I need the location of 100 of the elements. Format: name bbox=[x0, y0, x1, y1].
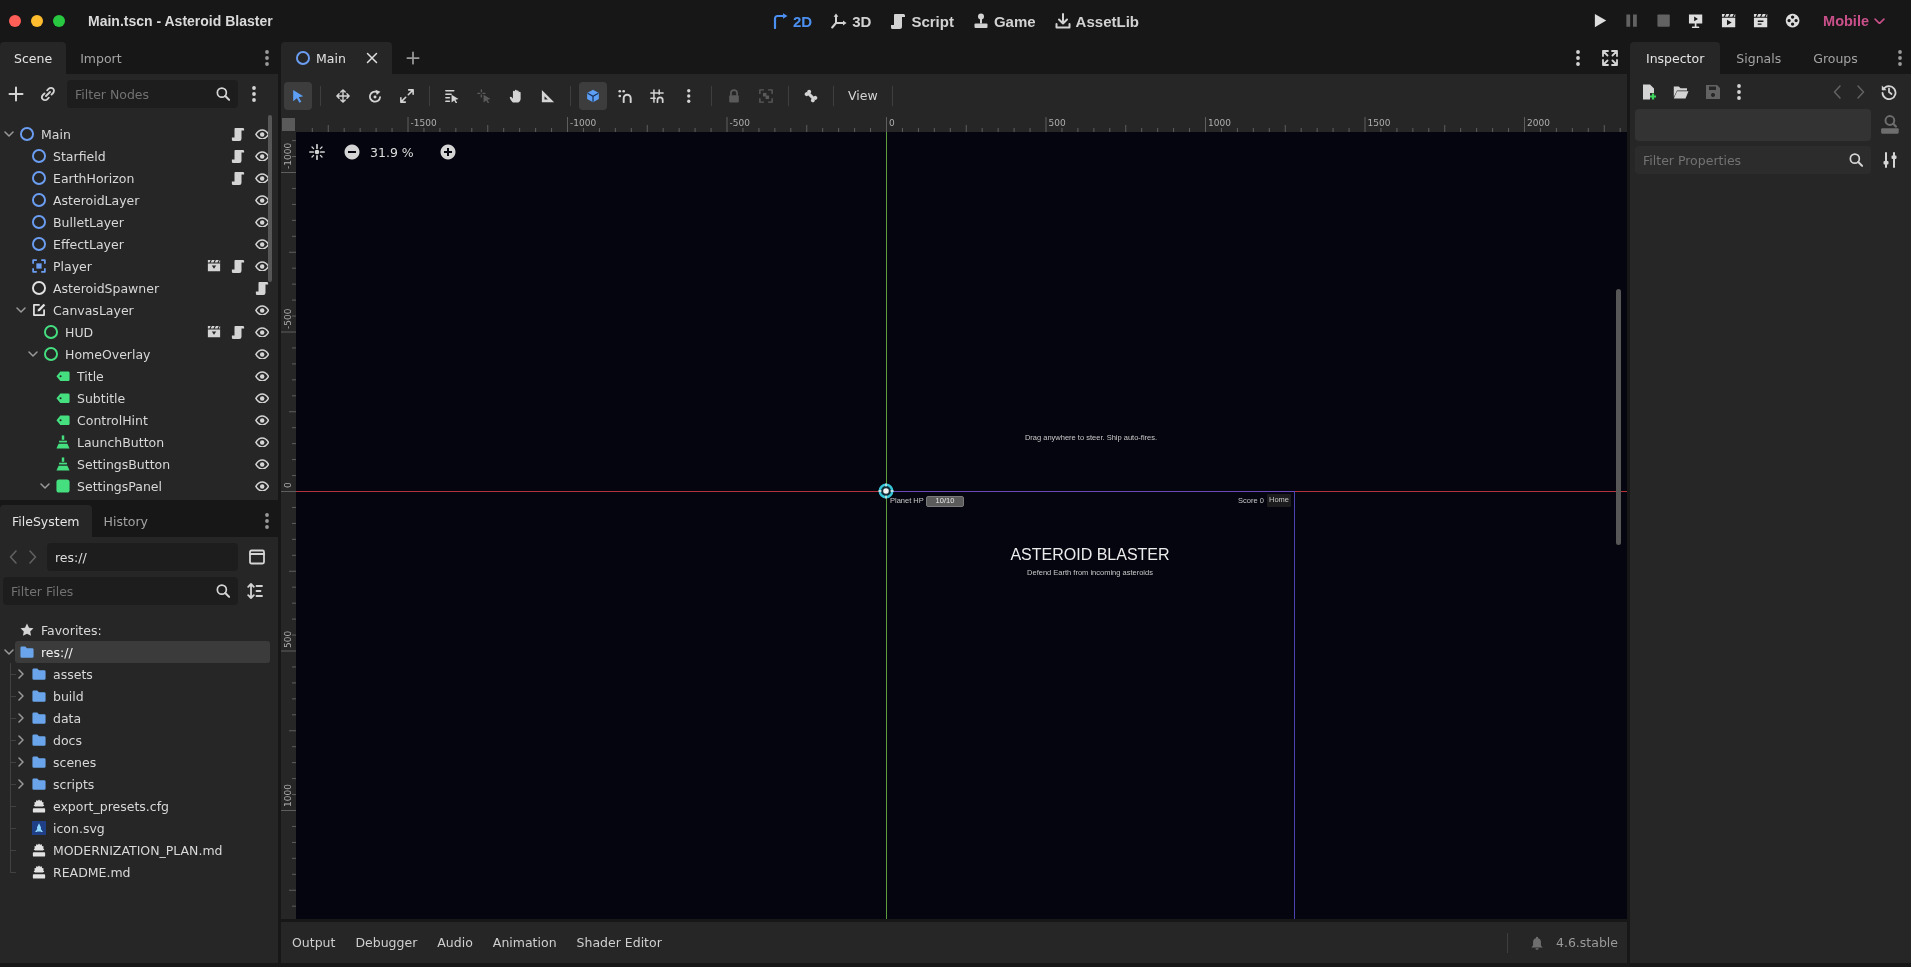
zoom-window-icon[interactable] bbox=[53, 15, 65, 27]
tree-item[interactable]: ControlHint bbox=[51, 409, 247, 431]
bottom-panel-tab[interactable]: Shader Editor bbox=[566, 928, 672, 957]
script-icon[interactable] bbox=[230, 171, 245, 185]
clapperboard-play-icon[interactable] bbox=[1720, 13, 1736, 29]
panel-layout-icon[interactable] bbox=[249, 549, 265, 565]
tree-item[interactable]: BulletLayer bbox=[27, 211, 247, 233]
plus-icon[interactable] bbox=[406, 51, 420, 65]
editor-tab[interactable]: Main bbox=[281, 42, 392, 74]
path-field[interactable]: res:// bbox=[47, 543, 238, 571]
view-menu[interactable]: View bbox=[842, 81, 884, 110]
snap-toggle-button[interactable] bbox=[579, 81, 607, 110]
workspace-tab[interactable]: 3D bbox=[831, 10, 872, 32]
file-tree-item[interactable]: res:// bbox=[15, 641, 270, 663]
zoom-level[interactable]: 31.9 % bbox=[370, 144, 414, 160]
magnifier-icon[interactable] bbox=[1880, 115, 1900, 135]
workspace-tab[interactable]: AssetLib bbox=[1054, 10, 1139, 32]
more-icon[interactable] bbox=[1898, 50, 1902, 66]
new-file-icon[interactable] bbox=[1641, 84, 1657, 100]
script-icon[interactable] bbox=[255, 281, 269, 295]
tree-item[interactable]: AsteroidSpawner bbox=[27, 277, 247, 299]
eye-icon[interactable] bbox=[254, 304, 269, 316]
chevron-down-icon[interactable] bbox=[16, 307, 26, 313]
clapperboard-icon[interactable] bbox=[1752, 13, 1768, 29]
bottom-panel-tab[interactable]: Audio bbox=[427, 928, 483, 957]
eye-icon[interactable] bbox=[254, 194, 269, 206]
filter-nodes-field[interactable]: Filter Nodes bbox=[67, 80, 238, 108]
sort-icon[interactable] bbox=[247, 583, 263, 599]
tree-item[interactable]: Title bbox=[51, 365, 247, 387]
bottom-panel-tab[interactable]: Animation bbox=[482, 928, 567, 957]
fullscreen-icon[interactable] bbox=[1602, 50, 1618, 66]
chevron-right-icon[interactable] bbox=[18, 669, 24, 679]
eye-icon[interactable] bbox=[254, 348, 269, 360]
folder-open-icon[interactable] bbox=[1673, 84, 1689, 100]
plus-icon[interactable] bbox=[8, 86, 24, 102]
file-tree-item[interactable]: build bbox=[27, 685, 270, 707]
workspace-tab[interactable]: Game bbox=[972, 10, 1036, 32]
chevron-down-icon[interactable] bbox=[28, 351, 38, 357]
dock-tab[interactable]: History bbox=[91, 505, 160, 537]
workspace-tab[interactable]: Script bbox=[890, 10, 954, 32]
monitor-icon[interactable] bbox=[1688, 13, 1704, 29]
filter-properties-field[interactable]: Filter Properties bbox=[1635, 146, 1871, 174]
file-tree-item[interactable]: data bbox=[27, 707, 270, 729]
file-tree-item[interactable]: scripts bbox=[27, 773, 270, 795]
script-icon[interactable] bbox=[230, 149, 245, 163]
file-tree-item[interactable]: README.md bbox=[27, 861, 270, 883]
history-icon[interactable] bbox=[1881, 84, 1897, 100]
eye-icon[interactable] bbox=[254, 150, 269, 162]
dock-tab[interactable]: Signals bbox=[1720, 42, 1798, 74]
file-tree-item[interactable]: assets bbox=[27, 663, 270, 685]
bottom-panel-tab[interactable]: Output bbox=[282, 928, 346, 957]
script-icon[interactable] bbox=[230, 259, 245, 273]
close-window-icon[interactable] bbox=[9, 15, 21, 27]
chevron-down-icon[interactable] bbox=[4, 649, 14, 655]
bell-icon[interactable] bbox=[1529, 935, 1544, 950]
tree-item[interactable]: Subtitle bbox=[51, 387, 247, 409]
file-tree-item[interactable]: export_presets.cfg bbox=[27, 795, 270, 817]
minimize-window-icon[interactable] bbox=[31, 15, 43, 27]
tree-item[interactable]: Starfield bbox=[27, 145, 223, 167]
tune-icon[interactable] bbox=[1882, 152, 1898, 168]
eye-icon[interactable] bbox=[254, 458, 269, 470]
dock-tab[interactable]: Groups bbox=[1797, 42, 1874, 74]
dock-tab[interactable]: FileSystem bbox=[0, 505, 92, 537]
filter-files-field[interactable]: Filter Files bbox=[3, 577, 238, 605]
close-icon[interactable] bbox=[366, 52, 378, 64]
tree-item[interactable]: Player bbox=[27, 255, 199, 277]
chevron-right-icon[interactable] bbox=[18, 735, 24, 745]
eye-icon[interactable] bbox=[254, 216, 269, 228]
file-tree-item[interactable]: icon.svg bbox=[27, 817, 270, 839]
eye-icon[interactable] bbox=[254, 480, 269, 492]
dock-tab[interactable]: Scene bbox=[0, 42, 67, 74]
tree-item[interactable]: CanvasLayer bbox=[27, 299, 247, 321]
more-icon[interactable] bbox=[1576, 50, 1580, 66]
clapperboard-icon[interactable] bbox=[206, 259, 221, 273]
tree-item[interactable]: LaunchButton bbox=[51, 431, 247, 453]
file-tree-item[interactable]: scenes bbox=[27, 751, 270, 773]
chevron-right-icon[interactable] bbox=[18, 691, 24, 701]
script-icon[interactable] bbox=[230, 127, 245, 141]
select-tool-button[interactable] bbox=[284, 81, 312, 110]
tree-item[interactable]: SettingsButton bbox=[51, 453, 247, 475]
tree-item[interactable]: HUD bbox=[39, 321, 199, 343]
more-icon[interactable] bbox=[265, 513, 269, 529]
eye-icon[interactable] bbox=[254, 414, 269, 426]
file-tree-item[interactable]: MODERNIZATION_PLAN.md bbox=[27, 839, 270, 861]
zoom-out-icon[interactable] bbox=[344, 144, 360, 160]
film-reel-icon[interactable] bbox=[1784, 13, 1801, 29]
chevron-right-icon[interactable] bbox=[18, 779, 24, 789]
vertical-scrollbar[interactable] bbox=[268, 115, 272, 282]
bottom-panel-tab[interactable]: Debugger bbox=[345, 928, 428, 957]
tree-item[interactable]: EffectLayer bbox=[27, 233, 247, 255]
zoom-in-icon[interactable] bbox=[439, 144, 456, 160]
tree-item[interactable]: HomeOverlay bbox=[39, 343, 247, 365]
chevron-right-icon[interactable] bbox=[18, 713, 24, 723]
eye-icon[interactable] bbox=[254, 172, 269, 184]
dock-tab[interactable]: Import bbox=[66, 42, 136, 74]
vertical-scrollbar[interactable] bbox=[1616, 289, 1621, 545]
chevron-right-icon[interactable] bbox=[18, 757, 24, 767]
eye-icon[interactable] bbox=[254, 128, 269, 140]
eye-icon[interactable] bbox=[254, 238, 269, 250]
clapperboard-icon[interactable] bbox=[206, 325, 221, 339]
